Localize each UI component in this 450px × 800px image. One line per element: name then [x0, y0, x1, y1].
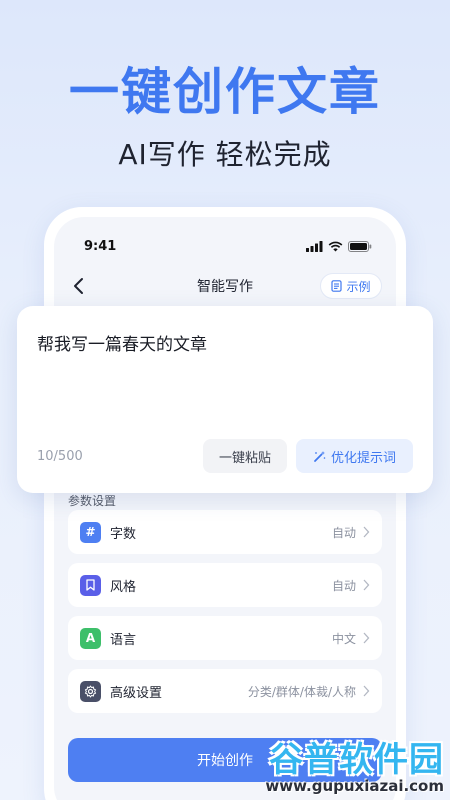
chevron-right-icon	[363, 526, 370, 538]
battery-icon	[348, 240, 372, 252]
letter-a-icon: A	[80, 627, 101, 649]
status-icons	[306, 240, 372, 252]
optimize-prompt-button[interactable]: 优化提示词	[296, 439, 413, 473]
chevron-right-icon	[363, 685, 370, 697]
param-row-language[interactable]: A 语言 中文	[68, 616, 382, 660]
prompt-input[interactable]: 帮我写一篇春天的文章	[37, 330, 207, 355]
gear-icon	[80, 680, 101, 702]
status-bar: 9:41	[84, 237, 372, 255]
param-value: 分类/群体/体裁/人称	[247, 684, 356, 699]
wifi-icon	[328, 241, 343, 251]
magic-wand-icon	[314, 450, 326, 462]
param-value: 自动	[331, 525, 356, 540]
char-counter: 10/500	[37, 449, 83, 464]
param-row-advanced[interactable]: 高级设置 分类/群体/体裁/人称	[68, 669, 382, 713]
chevron-right-icon	[363, 632, 370, 644]
document-icon	[331, 280, 343, 292]
status-time: 9:41	[84, 238, 117, 254]
watermark-url: www.gupuxiazai.com	[265, 777, 444, 795]
prompt-card[interactable]: 帮我写一篇春天的文章 10/500 一键粘贴 优化提示词	[17, 306, 433, 493]
param-row-word-count[interactable]: # 字数 自动	[68, 510, 382, 554]
signal-icon	[306, 240, 323, 252]
param-label: 高级设置	[110, 685, 163, 701]
navbar: 智能写作 示例	[54, 269, 396, 305]
example-label: 示例	[346, 279, 371, 294]
optimize-label: 优化提示词	[330, 450, 396, 466]
param-value: 自动	[331, 578, 356, 593]
param-label: 语言	[110, 632, 137, 648]
chevron-right-icon	[363, 579, 370, 591]
param-value: 中文	[331, 631, 356, 646]
phone-screen: 9:41 智能写作 示例 参数设置 # 字数 自动 风格 自动 A 语言 中文 …	[54, 217, 396, 800]
watermark: 谷普软件园 www.gupuxiazai.com	[244, 732, 444, 795]
example-button[interactable]: 示例	[320, 273, 382, 299]
promo-subline: AI写作 轻松完成	[118, 138, 332, 171]
watermark-title: 谷普软件园	[269, 740, 444, 780]
param-row-style[interactable]: 风格 自动	[68, 563, 382, 607]
params-title: 参数设置	[68, 494, 117, 508]
param-label: 风格	[110, 579, 137, 595]
param-label: 字数	[110, 526, 137, 542]
paste-button[interactable]: 一键粘贴	[203, 439, 287, 473]
bookmark-icon	[80, 574, 101, 596]
hash-icon: #	[80, 521, 101, 543]
promo-headline: 一键创作文章	[69, 63, 381, 121]
phone-mockup: 9:41 智能写作 示例 参数设置 # 字数 自动 风格 自动 A 语言 中文 …	[44, 207, 406, 800]
